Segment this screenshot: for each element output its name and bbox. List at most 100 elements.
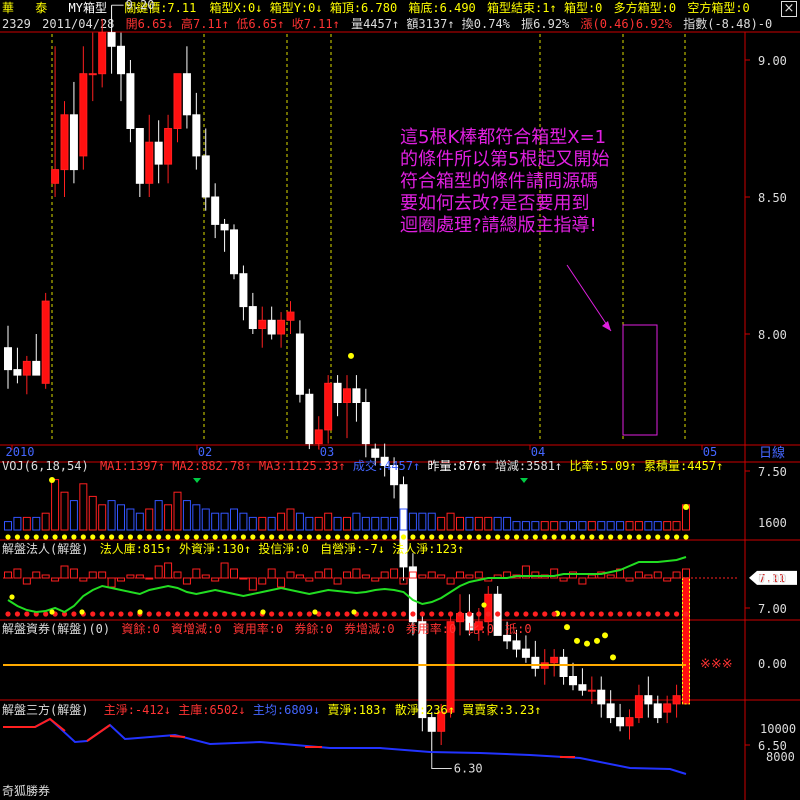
volume-dot — [174, 534, 181, 540]
voj-2: MA2:882.78↑ — [172, 459, 252, 473]
price-tick-label: 8.50 — [758, 191, 787, 205]
volume-dot — [664, 534, 670, 540]
candle-down — [13, 369, 22, 376]
volume-bar — [559, 521, 568, 531]
note-line: 要如何去改?是否要用到 — [400, 193, 590, 214]
candle-up — [550, 656, 559, 664]
institutional-dot — [523, 611, 529, 617]
volume-dot — [344, 534, 350, 540]
institutional-bar — [41, 574, 50, 579]
candle-up — [60, 114, 69, 171]
institutional-bar — [305, 577, 314, 582]
hdr2-1: 2011/04/28 — [42, 17, 115, 31]
volume-dot — [306, 534, 312, 540]
volume-bar — [32, 516, 41, 531]
volume-bar — [277, 512, 286, 531]
mg-7: 比:0 — [467, 622, 494, 636]
institutional-bar — [295, 574, 304, 579]
candle-down — [211, 196, 220, 225]
institutional-bar — [352, 568, 361, 579]
volume-bar — [663, 521, 672, 531]
volume-dot — [90, 534, 96, 540]
institutional-bar — [182, 577, 191, 585]
institutional-dot — [645, 611, 651, 617]
volume-dot — [240, 534, 247, 540]
institutional-signal — [351, 609, 357, 615]
volume-bar — [98, 504, 107, 531]
institutional-dot — [43, 611, 49, 617]
time-axis-label: 05 — [703, 445, 717, 459]
annotation-arrowhead — [602, 321, 611, 331]
volume-dot — [400, 534, 407, 540]
hdr1-11: 空方箱型:0 — [687, 1, 750, 15]
candle-down — [427, 717, 436, 732]
volume-dot — [523, 534, 529, 540]
chart-svg: 9.00 8.50 8.00 7.50 7.00 6.50 7.11 2010 02 03 04 05… — [0, 0, 800, 800]
low-label: 6.30 — [454, 761, 483, 775]
voj-4: 成交:4457↑ — [352, 459, 421, 473]
institutional-dot — [353, 611, 360, 617]
institutional-dot — [598, 611, 604, 617]
institutional-dot — [156, 611, 162, 617]
volume-dot — [655, 534, 661, 540]
institutional-dot — [504, 611, 510, 617]
volume-bar — [446, 512, 455, 531]
candle-down — [126, 73, 135, 129]
volume-bar — [361, 516, 370, 531]
volume-bar — [550, 521, 559, 531]
volume-dot — [598, 534, 604, 540]
volume-bar — [569, 521, 577, 531]
institutional-dot — [203, 611, 209, 617]
volume-marker — [49, 477, 55, 483]
candle-down — [154, 141, 163, 165]
institutional-bar — [145, 577, 154, 580]
institutional-dot — [5, 611, 11, 617]
candle-up — [88, 73, 97, 76]
volume-bar — [634, 521, 643, 531]
volume-bar — [79, 483, 88, 531]
institutional-dot — [240, 611, 247, 617]
volume-bar — [126, 508, 135, 531]
three-party-segment — [169, 735, 186, 738]
institutional-dot — [391, 611, 397, 617]
volume-dot — [24, 534, 30, 540]
three-party-segment — [3, 717, 66, 732]
volume-dot — [231, 534, 237, 540]
volume-dot — [80, 534, 86, 540]
institutional-bar — [333, 577, 342, 585]
price-tick-label: 8.00 — [758, 328, 787, 342]
signal-dot — [564, 624, 570, 631]
signal-dot — [348, 352, 354, 359]
candle-down — [192, 114, 201, 157]
candle-up — [22, 360, 31, 376]
volume-bar — [324, 512, 333, 531]
institutional-dot — [231, 611, 237, 617]
institutional-bar — [569, 571, 577, 579]
volume-bar — [314, 516, 323, 531]
voj-8: 累積量:4457↑ — [644, 459, 724, 473]
institutional-bar — [126, 574, 135, 579]
mg-0: 解盤資券(解盤)(0) — [2, 622, 111, 636]
candle-up — [277, 319, 286, 335]
header-row-2: 2329 2011/04/28 開6.65↓ 高7.11↑ 低6.65↑ 收7.… — [2, 16, 792, 32]
volume-bar — [145, 508, 154, 531]
hdr2-8: 換0.74% — [461, 17, 510, 31]
institutional-bar — [672, 571, 681, 579]
close-box-icon[interactable]: × — [781, 1, 797, 17]
volume-dot — [212, 534, 218, 540]
institutional-bar — [597, 571, 606, 579]
volume-dot — [297, 534, 303, 540]
institutional-bar — [446, 577, 455, 585]
volume-bar — [333, 516, 342, 531]
institutional-dot — [306, 611, 312, 617]
candle-up — [587, 689, 596, 692]
candle-down — [220, 223, 229, 231]
institutional-bar — [371, 577, 380, 582]
highlight-box — [622, 324, 658, 436]
volume-bar — [117, 504, 125, 531]
hdr2-3: 高7.11↑ — [180, 17, 230, 31]
voj-header: VOJ(6,18,54) MA1:1397↑ MA2:882.78↑ MA3:1… — [2, 458, 723, 474]
institutional-bar — [88, 571, 97, 579]
three-axis-label: 10000 — [760, 722, 796, 736]
volume-dot — [146, 534, 152, 540]
